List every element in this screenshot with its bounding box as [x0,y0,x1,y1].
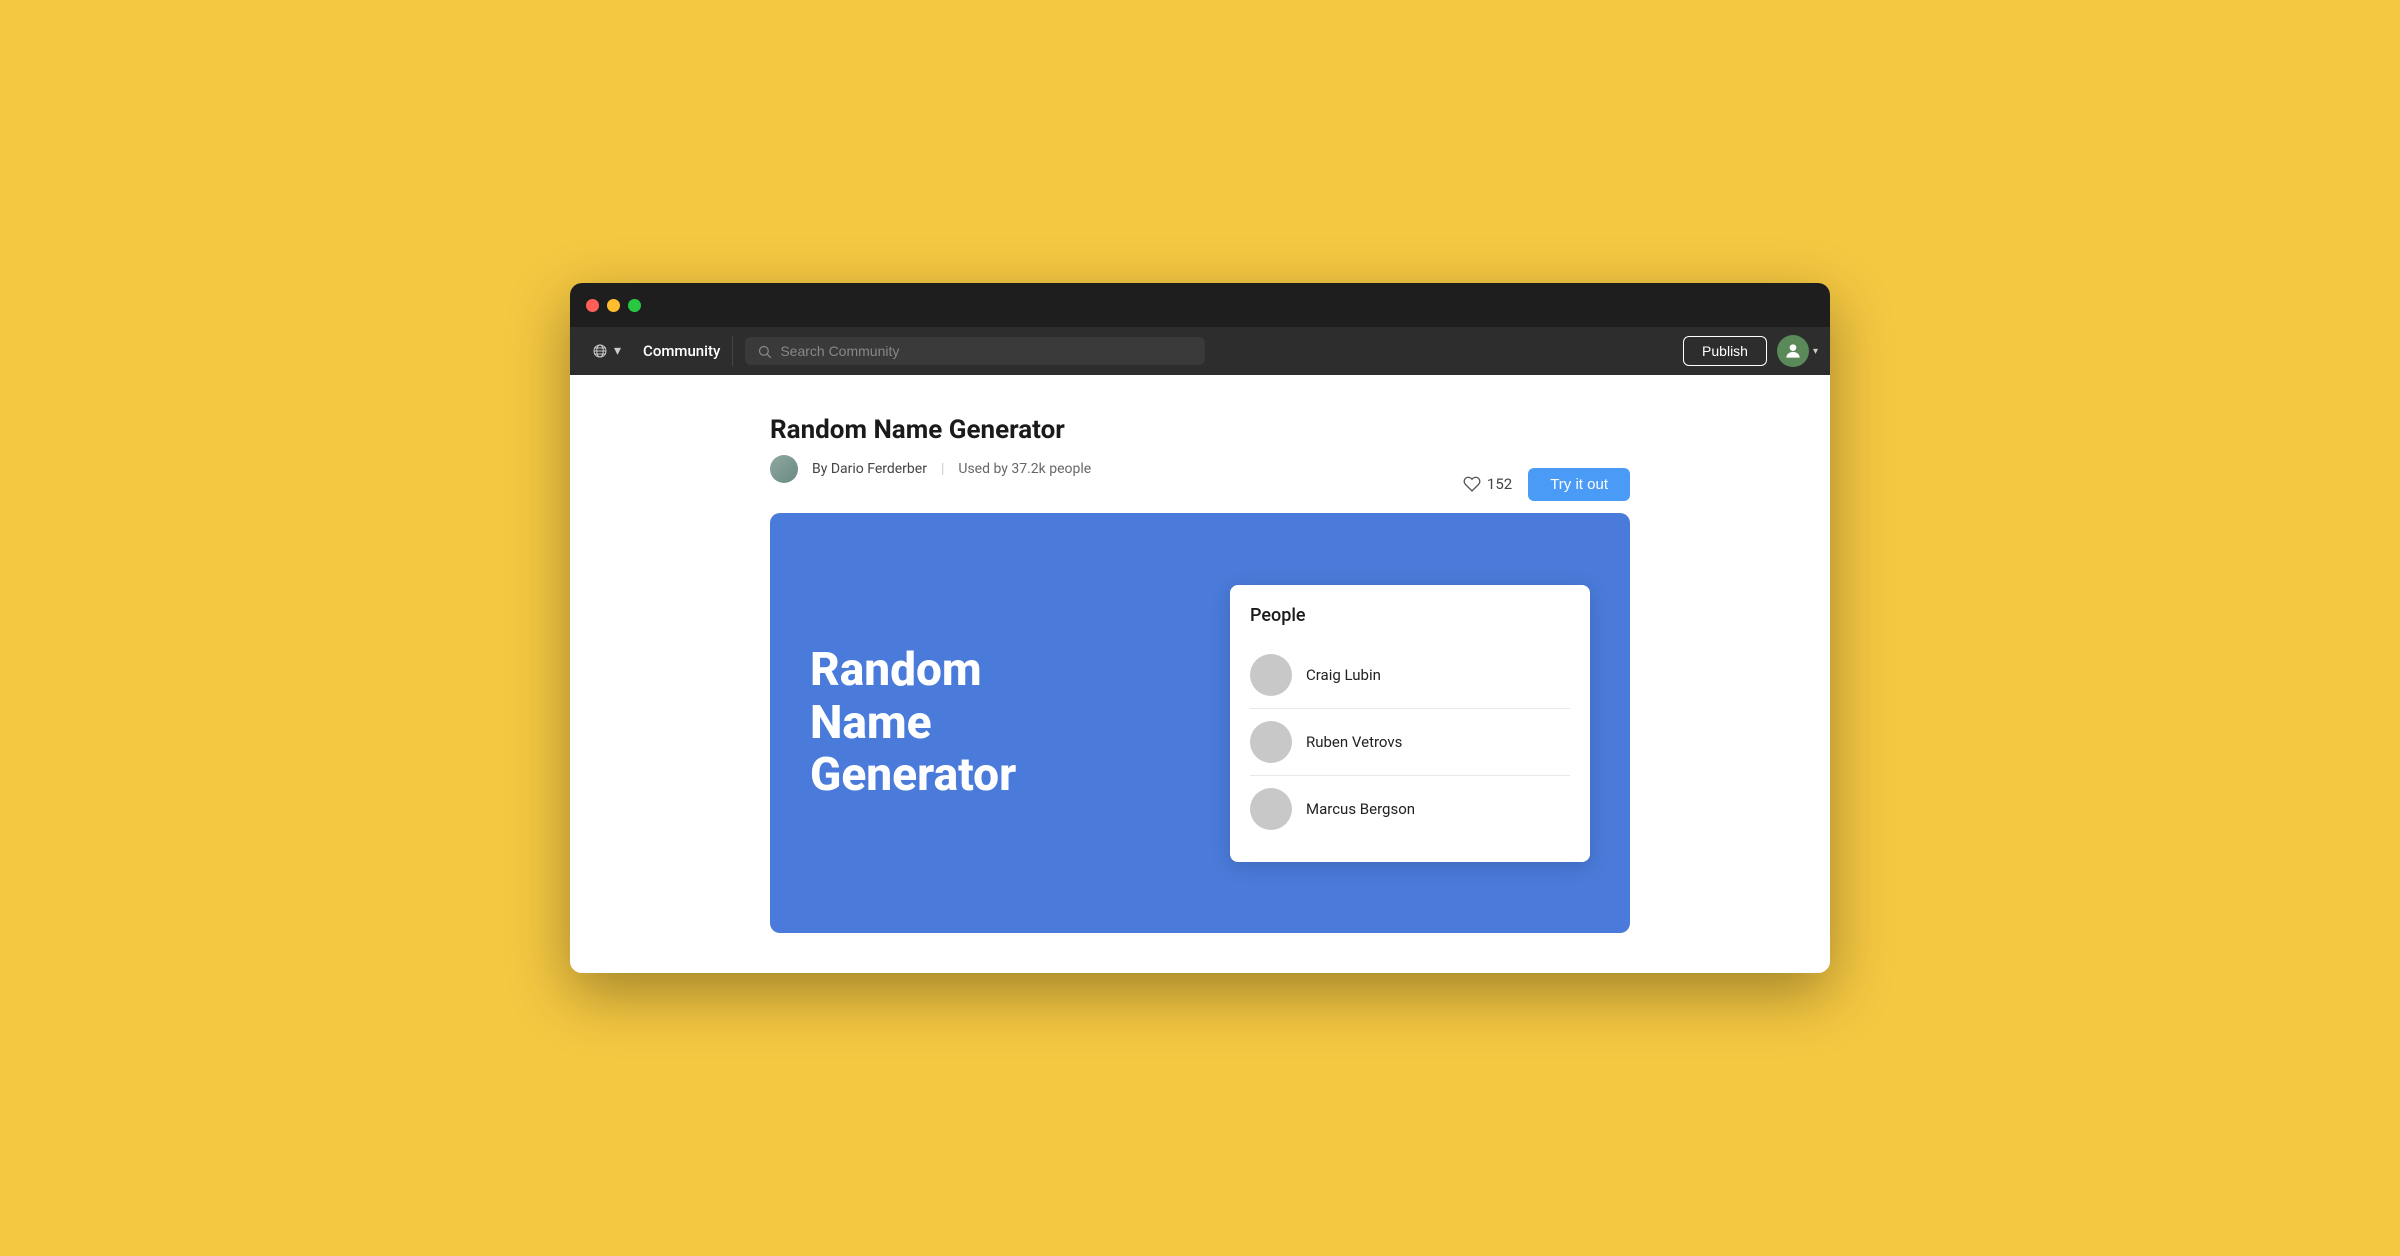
person-row: Craig Lubin [1250,642,1570,709]
search-bar[interactable] [745,337,1205,365]
globe-button[interactable]: ▾ [582,337,631,365]
main-content: Random Name Generator By Dario Ferderber… [570,375,1830,973]
preview-title-line2: Name [810,697,1190,750]
title-bar [570,283,1830,327]
meta-divider: | [941,461,944,477]
like-count[interactable]: 152 [1463,475,1512,493]
minimize-button[interactable] [607,299,620,312]
maximize-button[interactable] [628,299,641,312]
community-label: Community [631,336,733,366]
author-name: By Dario Ferderber [812,461,927,477]
try-out-button[interactable]: Try it out [1528,468,1630,501]
user-avatar[interactable] [1777,335,1809,367]
preview-title-line3: Generator [810,749,1190,802]
browser-window: ▾ Community Publish ▾ Random Name Genera… [570,283,1830,973]
preview-card-title: People [1250,605,1570,626]
person-avatar-1 [1250,654,1292,696]
search-input[interactable] [780,343,1193,359]
person-avatar-2 [1250,721,1292,763]
person-row: Marcus Bergson [1250,776,1570,842]
globe-icon [592,343,608,359]
preview-card: People Craig Lubin Ruben Vetrovs Marcus … [1230,585,1590,862]
preview-area: Random Name Generator People Craig Lubin… [770,513,1630,933]
preview-big-title: Random Name Generator [810,644,1190,803]
person-name-1: Craig Lubin [1306,666,1381,684]
person-row: Ruben Vetrovs [1250,709,1570,776]
nav-bar: ▾ Community Publish ▾ [570,327,1830,375]
app-title: Random Name Generator [770,415,1630,445]
author-avatar [770,455,798,483]
person-avatar-3 [1250,788,1292,830]
app-actions: 152 Try it out [1463,468,1630,501]
person-name-3: Marcus Bergson [1306,800,1415,818]
preview-title-block: Random Name Generator [810,644,1190,803]
publish-button[interactable]: Publish [1683,336,1767,366]
like-number: 152 [1487,475,1512,493]
person-name-2: Ruben Vetrovs [1306,733,1402,751]
usage-count: Used by 37.2k people [958,461,1091,477]
app-meta: By Dario Ferderber | Used by 37.2k peopl… [770,455,1091,483]
avatar-chevron[interactable]: ▾ [1813,346,1818,357]
heart-icon [1463,475,1481,493]
preview-title-line1: Random [810,644,1190,697]
search-icon [757,344,772,359]
user-icon [1783,341,1803,361]
app-meta-row: By Dario Ferderber | Used by 37.2k peopl… [770,455,1630,513]
close-button[interactable] [586,299,599,312]
globe-chevron: ▾ [614,343,621,359]
